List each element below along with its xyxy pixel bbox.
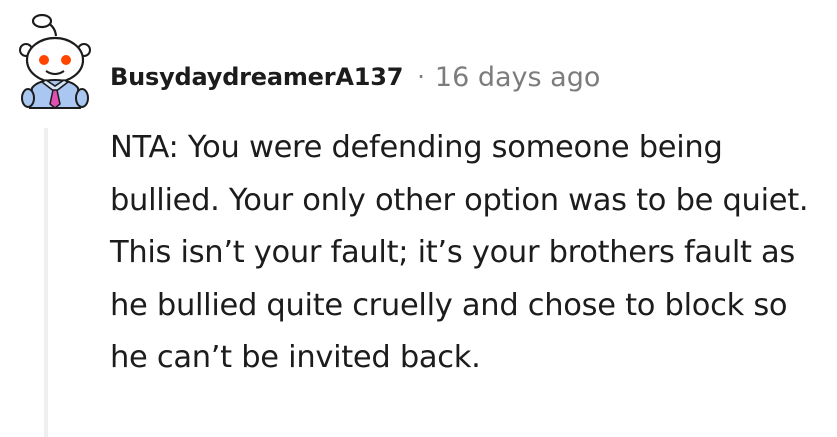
- thread-collapse-line[interactable]: [44, 128, 48, 437]
- comment-header: BusydaydreamerA137 · 16 days ago: [110, 58, 600, 96]
- username-link[interactable]: BusydaydreamerA137: [110, 63, 403, 91]
- meta-separator: ·: [417, 63, 425, 91]
- user-avatar[interactable]: [8, 13, 100, 110]
- comment: BusydaydreamerA137 · 16 days ago NTA: Yo…: [0, 0, 837, 437]
- comment-body: NTA: You were defending someone being bu…: [110, 130, 809, 375]
- comment-timestamp[interactable]: 16 days ago: [435, 62, 600, 93]
- snoo-avatar-icon: [19, 13, 91, 109]
